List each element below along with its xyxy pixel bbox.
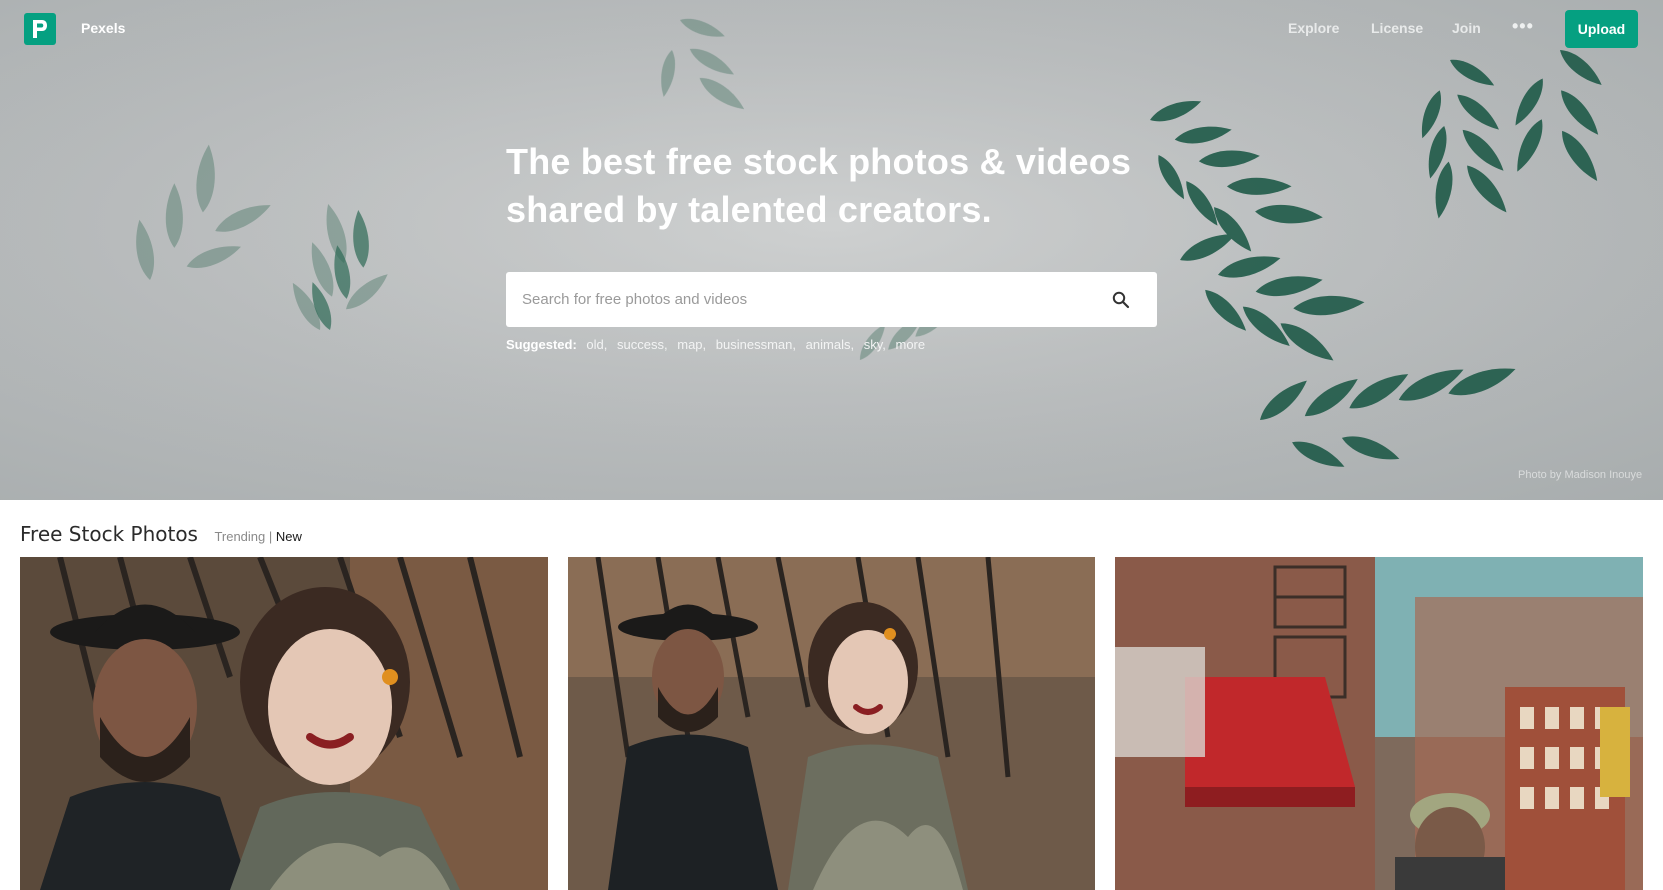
suggested-tag-sky[interactable]: sky [864, 337, 883, 352]
filter-separator: | [268, 529, 273, 544]
suggested-tag-map[interactable]: map [677, 337, 702, 352]
suggested-tag-success[interactable]: success [617, 337, 664, 352]
suggested-label: Suggested: [506, 337, 577, 352]
photo-credit[interactable]: Photo by Madison Inouye [1518, 469, 1642, 481]
brand-name[interactable]: Pexels [81, 20, 125, 36]
nav-link-join[interactable]: Join [1452, 20, 1481, 36]
photo-couple-closeup [20, 557, 548, 890]
search-icon[interactable] [1104, 272, 1138, 327]
feed-filter: Trending | New [214, 529, 301, 544]
upload-button[interactable]: Upload [1565, 10, 1638, 48]
search-input[interactable] [506, 272, 1096, 327]
filter-new[interactable]: New [276, 529, 302, 544]
photo-card[interactable] [1115, 557, 1643, 890]
feed-title: Free Stock Photos [20, 522, 198, 546]
hero-banner: Pexels Explore License Join ••• Upload T… [0, 0, 1663, 500]
feed-header: Free Stock Photos Trending | New [20, 522, 302, 550]
pexels-logo-icon[interactable] [24, 13, 56, 45]
suggested-searches: Suggested: old, success, map, businessma… [506, 337, 926, 352]
search-bar [506, 272, 1157, 327]
suggested-tag-more[interactable]: more [896, 337, 926, 352]
photo-card[interactable] [20, 557, 548, 890]
suggested-tag-businessman[interactable]: businessman [716, 337, 793, 352]
photo-city-street [1115, 557, 1643, 890]
filter-trending[interactable]: Trending [214, 529, 265, 544]
photo-couple-standing [568, 557, 1095, 890]
fern-background-image [0, 0, 1663, 500]
ellipsis-icon[interactable]: ••• [1512, 16, 1534, 37]
nav-link-license[interactable]: License [1371, 20, 1423, 36]
hero-headline: The best free stock photos & videos shar… [506, 141, 1132, 230]
top-navigation: Pexels Explore License Join ••• Upload [0, 0, 1663, 58]
suggested-tag-animals[interactable]: animals [806, 337, 851, 352]
nav-link-explore[interactable]: Explore [1288, 20, 1339, 36]
photo-card[interactable] [568, 557, 1095, 890]
suggested-tag-old[interactable]: old [586, 337, 603, 352]
